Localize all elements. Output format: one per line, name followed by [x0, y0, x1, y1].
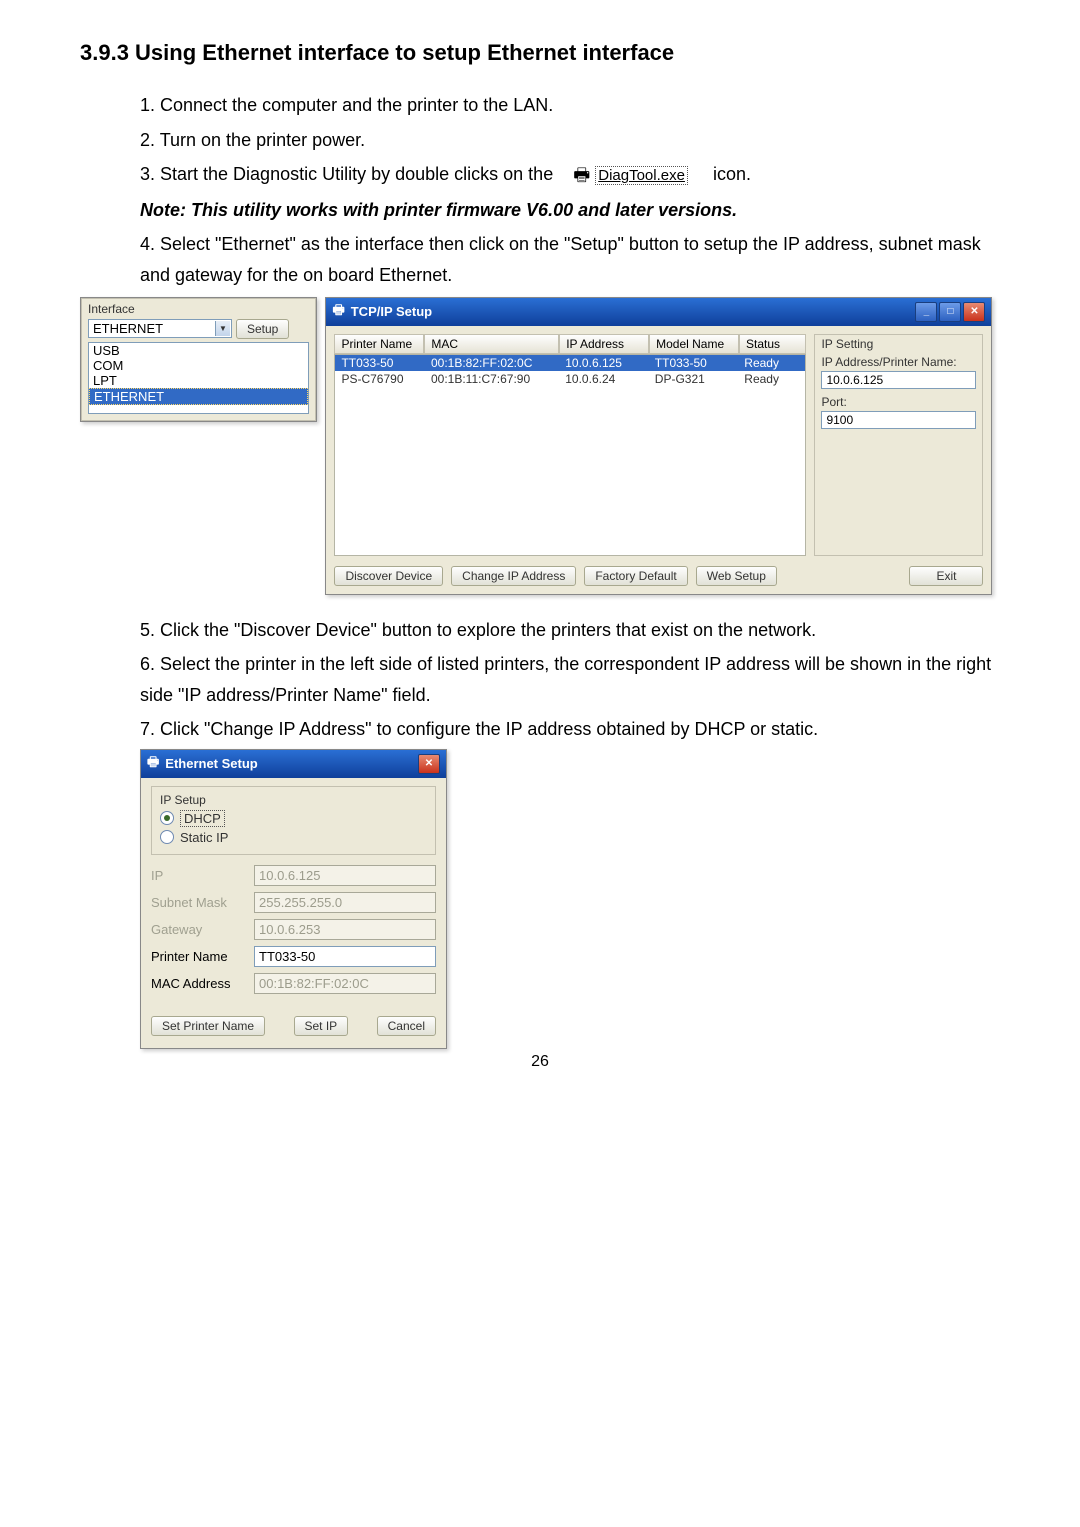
cell-model: TT033-50: [649, 355, 739, 371]
subnet-mask-field: 255.255.255.0: [254, 892, 436, 913]
exit-button[interactable]: Exit: [909, 566, 983, 586]
table-row[interactable]: PS-C76790 00:1B:11:C7:67:90 10.0.6.24 DP…: [335, 371, 805, 387]
close-icon[interactable]: ✕: [418, 754, 440, 774]
discover-device-button[interactable]: Discover Device: [334, 566, 443, 586]
section-heading: 3.9.3 Using Ethernet interface to setup …: [80, 40, 1000, 66]
cell-status: Ready: [738, 371, 805, 387]
chevron-down-icon[interactable]: ▼: [215, 321, 230, 336]
radio-unselected-icon: [160, 830, 174, 844]
factory-default-button[interactable]: Factory Default: [584, 566, 687, 586]
gateway-field: 10.0.6.253: [254, 919, 436, 940]
radio-selected-icon: [160, 811, 174, 825]
col-ip[interactable]: IP Address: [559, 334, 649, 354]
cell-ip: 10.0.6.24: [559, 371, 649, 387]
dhcp-radio[interactable]: DHCP: [160, 810, 427, 827]
gateway-label: Gateway: [151, 922, 246, 937]
ethernet-setup-window: 🖶 Ethernet Setup ✕ IP Setup DHCP Static …: [140, 749, 447, 1049]
web-setup-button[interactable]: Web Setup: [696, 566, 777, 586]
step-3: 3. Start the Diagnostic Utility by doubl…: [140, 159, 1000, 191]
step-3-text-b: icon.: [713, 164, 751, 184]
cell-mac: 00:1B:82:FF:02:0C: [425, 355, 559, 371]
interface-listbox[interactable]: USB COM LPT ETHERNET: [88, 342, 309, 414]
ip-setting-legend: IP Setting: [821, 337, 976, 351]
ip-field: 10.0.6.125: [254, 865, 436, 886]
ethernet-setup-title: Ethernet Setup: [165, 756, 257, 771]
printer-table: Printer Name MAC IP Address Model Name S…: [334, 334, 806, 556]
port-input[interactable]: [821, 411, 976, 429]
cell-ip: 10.0.6.125: [559, 355, 649, 371]
ip-setup-legend: IP Setup: [160, 793, 427, 807]
mac-address-field: 00:1B:82:FF:02:0C: [254, 973, 436, 994]
cell-name: TT033-50: [335, 355, 425, 371]
col-printer-name[interactable]: Printer Name: [334, 334, 424, 354]
ip-address-input[interactable]: [821, 371, 976, 389]
col-mac[interactable]: MAC: [424, 334, 559, 354]
diagtool-exe-link[interactable]: DiagTool.exe: [595, 166, 688, 185]
interface-combobox[interactable]: ETHERNET ▼: [88, 319, 232, 338]
static-ip-label: Static IP: [180, 830, 228, 845]
printer-name-field[interactable]: TT033-50: [254, 946, 436, 967]
cell-name: PS-C76790: [335, 371, 425, 387]
interface-option-com[interactable]: COM: [89, 358, 308, 373]
firmware-note: Note: This utility works with printer fi…: [140, 195, 1000, 226]
step-2: 2. Turn on the printer power.: [140, 125, 1000, 156]
tcpip-setup-window: 🖶 TCP/IP Setup _ □ ✕ Printer Name MAC IP…: [325, 297, 992, 595]
static-ip-radio[interactable]: Static IP: [160, 830, 427, 845]
col-status[interactable]: Status: [739, 334, 806, 354]
set-printer-name-button[interactable]: Set Printer Name: [151, 1016, 265, 1036]
step-4: 4. Select "Ethernet" as the interface th…: [140, 229, 1000, 290]
interface-option-usb[interactable]: USB: [89, 343, 308, 358]
set-ip-button[interactable]: Set IP: [294, 1016, 349, 1036]
interface-panel: Interface ETHERNET ▼ Setup USB COM LPT E…: [80, 297, 317, 422]
table-row[interactable]: TT033-50 00:1B:82:FF:02:0C 10.0.6.125 TT…: [335, 355, 805, 371]
page-number: 26: [80, 1053, 1000, 1071]
step-1: 1. Connect the computer and the printer …: [140, 90, 1000, 121]
step-7: 7. Click "Change IP Address" to configur…: [140, 714, 1000, 745]
app-icon: 🖶: [147, 753, 159, 775]
printer-name-label: Printer Name: [151, 949, 246, 964]
setup-button[interactable]: Setup: [236, 319, 289, 339]
close-icon[interactable]: ✕: [963, 302, 985, 322]
cancel-button[interactable]: Cancel: [377, 1016, 436, 1036]
ip-label: IP: [151, 868, 246, 883]
mac-address-label: MAC Address: [151, 976, 246, 991]
printer-icon: 🖶: [573, 160, 590, 191]
subnet-mask-label: Subnet Mask: [151, 895, 246, 910]
change-ip-button[interactable]: Change IP Address: [451, 566, 576, 586]
app-icon: 🖶: [332, 301, 344, 323]
step-5: 5. Click the "Discover Device" button to…: [140, 615, 1000, 646]
cell-mac: 00:1B:11:C7:67:90: [425, 371, 559, 387]
interface-selected-value: ETHERNET: [93, 321, 163, 336]
col-model[interactable]: Model Name: [649, 334, 739, 354]
port-label: Port:: [821, 395, 976, 409]
step-3-text-a: 3. Start the Diagnostic Utility by doubl…: [140, 164, 553, 184]
step-6: 6. Select the printer in the left side o…: [140, 649, 1000, 710]
cell-model: DP-G321: [649, 371, 739, 387]
interface-option-lpt[interactable]: LPT: [89, 373, 308, 388]
tcpip-titlebar: 🖶 TCP/IP Setup _ □ ✕: [326, 298, 991, 326]
tcpip-title: TCP/IP Setup: [351, 304, 432, 319]
ethernet-setup-titlebar: 🖶 Ethernet Setup ✕: [141, 750, 446, 778]
dhcp-label: DHCP: [180, 810, 225, 827]
cell-status: Ready: [738, 355, 805, 371]
minimize-icon[interactable]: _: [915, 302, 937, 322]
interface-option-ethernet[interactable]: ETHERNET: [89, 388, 308, 405]
maximize-icon[interactable]: □: [939, 302, 961, 322]
interface-legend: Interface: [88, 302, 309, 316]
ip-address-label: IP Address/Printer Name:: [821, 355, 976, 369]
